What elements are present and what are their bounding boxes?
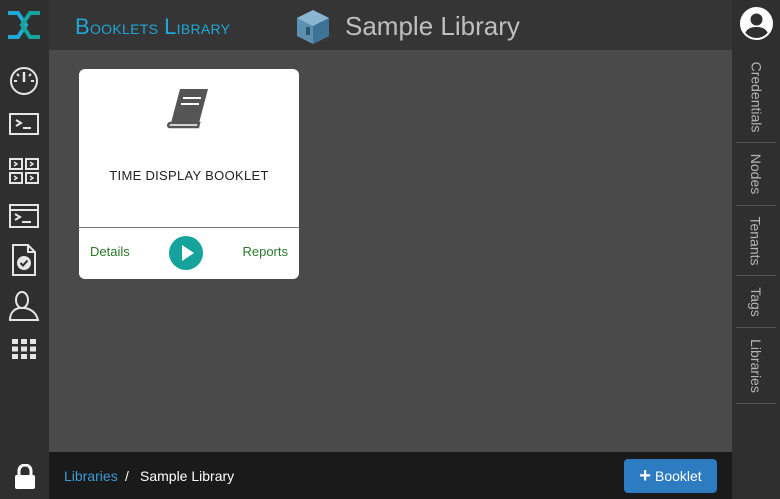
add-booklet-button[interactable]: + Booklet (624, 459, 717, 493)
left-sidebar (0, 0, 49, 499)
details-link[interactable]: Details (90, 244, 130, 259)
tab-nodes[interactable]: Nodes (736, 143, 776, 206)
plus-icon: + (639, 465, 651, 487)
library-name: Sample Library (345, 11, 520, 41)
breadcrumb-libraries-link[interactable]: Libraries (64, 468, 118, 484)
add-booklet-label: Booklet (654, 468, 702, 484)
dashboard-gauge-icon[interactable] (6, 63, 42, 97)
reports-link[interactable]: Reports (242, 244, 288, 259)
apps-grid-icon[interactable] (6, 332, 42, 366)
book-icon (166, 89, 208, 129)
booklet-title: TIME DISPLAY BOOKLET (109, 168, 269, 183)
library-box-icon (297, 10, 329, 44)
top-header: Booklets Library Sample Library (49, 0, 732, 50)
terminal-window-icon[interactable] (6, 107, 42, 141)
user-silhouette-icon[interactable] (6, 289, 42, 323)
console-icon[interactable] (6, 199, 42, 233)
lock-icon[interactable] (13, 464, 37, 490)
grid-terminals-icon[interactable] (6, 154, 42, 188)
footer-bar: Libraries / Sample Library + Booklet (49, 452, 732, 499)
tab-libraries[interactable]: Libraries (736, 328, 776, 404)
tab-tenants[interactable]: Tenants (736, 206, 776, 276)
logo-icon[interactable] (6, 9, 42, 41)
tab-credentials[interactable]: Credentials (736, 52, 776, 143)
play-button[interactable] (169, 236, 203, 270)
user-avatar-icon[interactable] (740, 7, 773, 40)
checked-document-icon[interactable] (6, 243, 42, 277)
section-title: Booklets Library (75, 14, 231, 39)
card-divider (79, 227, 299, 228)
breadcrumb-separator: / (125, 468, 129, 484)
booklet-card: TIME DISPLAY BOOKLET Details Reports (79, 69, 299, 279)
breadcrumb-current: Sample Library (140, 468, 235, 484)
tab-tags[interactable]: Tags (736, 276, 776, 328)
